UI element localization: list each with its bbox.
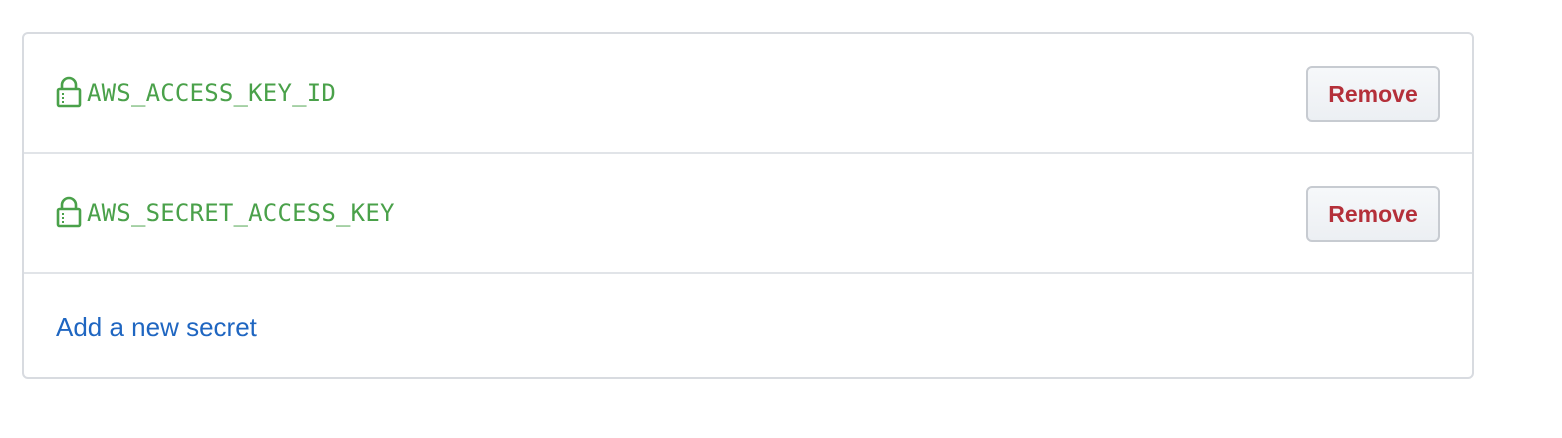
add-new-secret-link[interactable]: Add a new secret — [56, 312, 257, 343]
secret-name: AWS_ACCESS_KEY_ID — [87, 79, 337, 107]
remove-button[interactable]: Remove — [1306, 186, 1440, 242]
add-secret-row: Add a new secret — [24, 274, 1472, 377]
remove-button[interactable]: Remove — [1306, 66, 1440, 122]
secret-row: AWS_SECRET_ACCESS_KEY Remove — [24, 154, 1472, 274]
secret-row: AWS_ACCESS_KEY_ID Remove — [24, 34, 1472, 154]
secret-name-wrap: AWS_SECRET_ACCESS_KEY — [56, 154, 395, 272]
secret-name-wrap: AWS_ACCESS_KEY_ID — [56, 34, 336, 152]
secret-name: AWS_SECRET_ACCESS_KEY — [87, 199, 395, 227]
secrets-list: AWS_ACCESS_KEY_ID Remove AWS_SECRET_ACCE… — [22, 32, 1474, 379]
lock-icon — [56, 76, 82, 108]
lock-icon — [56, 196, 82, 228]
